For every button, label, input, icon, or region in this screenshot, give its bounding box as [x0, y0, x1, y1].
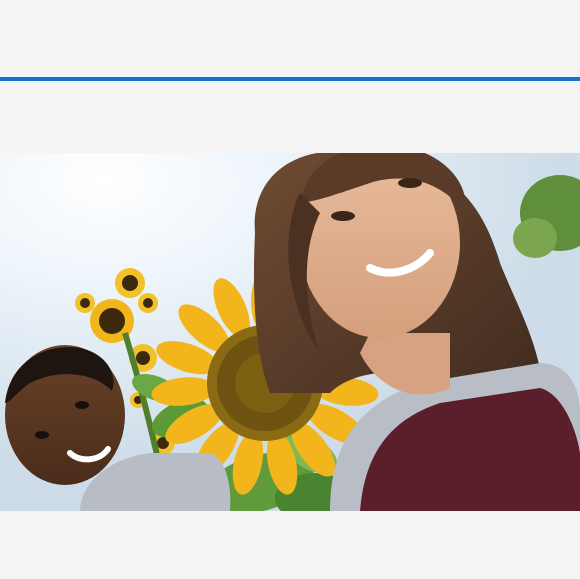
page	[0, 0, 580, 579]
top-bar	[0, 0, 580, 77]
content-spacer	[0, 81, 580, 153]
bottom-bar	[0, 511, 580, 579]
photo[interactable]	[0, 153, 580, 511]
photo-image-icon	[0, 153, 580, 511]
